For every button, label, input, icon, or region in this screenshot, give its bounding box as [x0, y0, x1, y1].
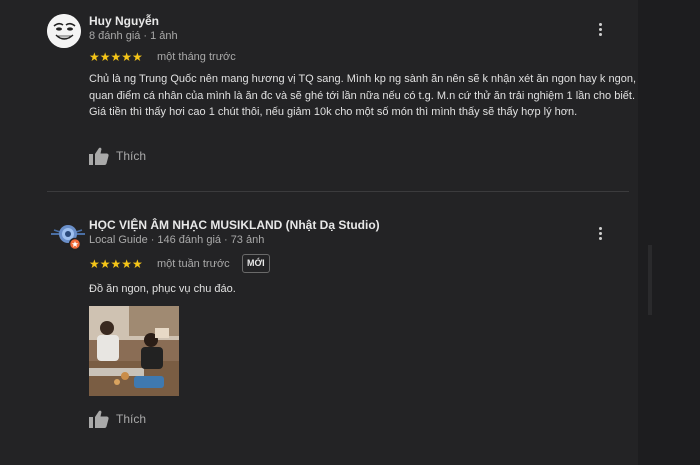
reviews-count: 8 đánh giá [89, 30, 141, 42]
photos-count: 73 ảnh [230, 234, 265, 246]
reviewer-avatar[interactable] [47, 14, 81, 48]
review-divider [47, 191, 629, 192]
review-photo-image [89, 306, 179, 396]
more-options-button[interactable] [594, 226, 606, 242]
star-rating: ★★★★★ [89, 257, 143, 271]
local-guide-badge-icon [51, 225, 85, 251]
reviewer-name[interactable]: Huy Nguyễn [89, 14, 159, 28]
like-button[interactable]: Thích [89, 410, 146, 428]
more-vert-icon [598, 227, 602, 230]
reviews-count: 146 đánh giá [157, 234, 222, 246]
review-date: một tuần trước [157, 258, 230, 270]
right-gutter [638, 0, 700, 465]
thumb-up-icon [89, 147, 109, 165]
star-rating: ★★★★★ [89, 50, 143, 64]
reviewer-meta: Local Guide · 146 đánh giá · 73 ảnh [89, 234, 265, 246]
more-options-button[interactable] [594, 22, 606, 38]
avatar-meme-face-icon [47, 14, 81, 48]
thumb-up-icon [89, 410, 109, 428]
scrollbar[interactable] [648, 245, 652, 315]
review-date: một tháng trước [157, 51, 236, 63]
more-vert-icon [598, 23, 602, 26]
like-label: Thích [116, 149, 147, 163]
reviewer-meta: 8 đánh giá · 1 ảnh [89, 30, 178, 42]
like-label: Thích [116, 412, 147, 426]
photos-count: 1 ảnh [150, 30, 178, 42]
like-button[interactable]: Thích [89, 147, 146, 165]
review-photo[interactable] [89, 306, 179, 396]
review-text: Đồ ăn ngon, phục vụ chu đáo. [89, 283, 236, 295]
reviewer-avatar[interactable] [51, 221, 85, 251]
new-badge: MỚI [242, 254, 270, 273]
review-text: Chủ là ng Trung Quốc nên mang hương vị T… [89, 73, 637, 118]
reviewer-name[interactable]: HỌC VIỆN ÂM NHẠC MUSIKLAND (Nhật Dạ Stud… [89, 218, 380, 232]
local-guide-label: Local Guide [89, 234, 148, 246]
